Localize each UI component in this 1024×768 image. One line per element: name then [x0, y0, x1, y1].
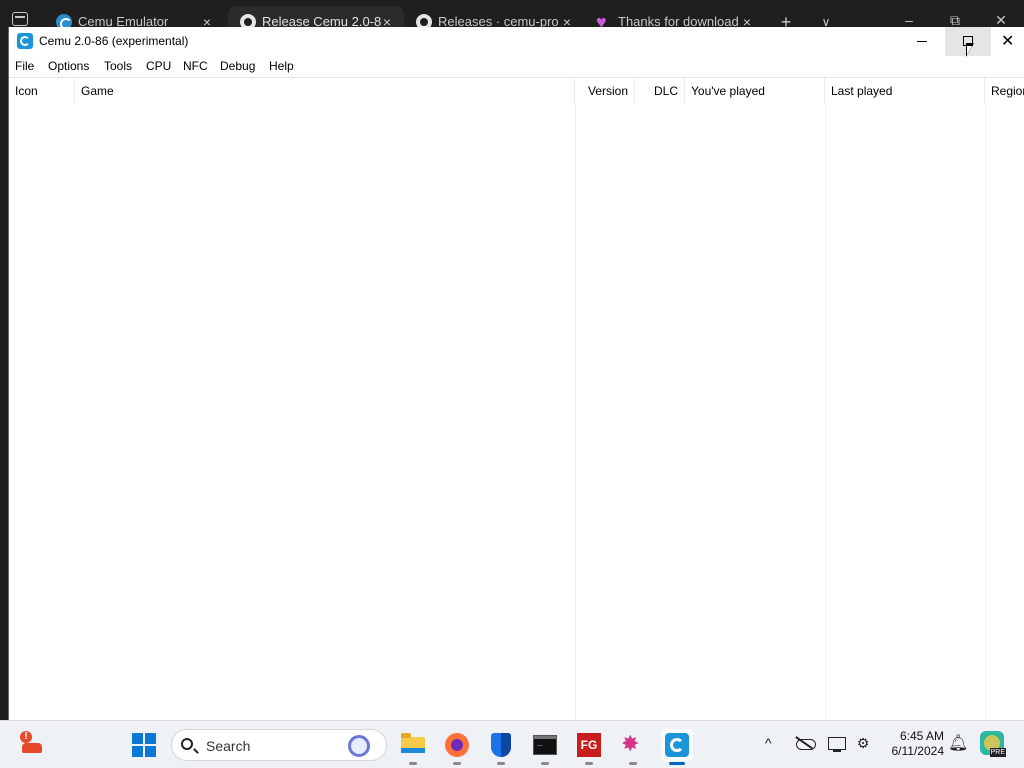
search-icon	[181, 738, 193, 750]
weather-widget[interactable]: !	[16, 729, 48, 761]
taskbar-fg-app[interactable]: FG	[573, 729, 605, 765]
column-header-dlc[interactable]: DLC	[635, 78, 685, 104]
windows-logo-tile	[145, 733, 156, 744]
clock-date: 6/11/2024	[891, 744, 945, 758]
clock-time: 6:45 AM	[899, 729, 944, 743]
column-header-version[interactable]: Version	[575, 78, 635, 104]
minimize-button[interactable]	[899, 27, 945, 56]
copilot-icon[interactable]	[980, 731, 1006, 757]
taskbar-terminal[interactable]	[529, 729, 561, 765]
running-indicator	[497, 762, 505, 765]
windows-logo-tile	[145, 746, 156, 757]
menu-nfc[interactable]: NFC	[183, 59, 208, 73]
traffic-icon	[22, 743, 42, 753]
notification-bell-icon[interactable]: 🔔︎	[948, 733, 968, 753]
defender-icon	[491, 733, 511, 757]
taskbar-mosaic-app[interactable]: ✸	[617, 729, 649, 765]
start-button[interactable]	[128, 729, 160, 761]
game-list[interactable]: Icon Game Version DLC You've played Last…	[9, 77, 1024, 721]
search-highlight-icon	[348, 735, 370, 757]
menu-tools[interactable]: Tools	[104, 59, 132, 73]
taskbar-cemu[interactable]	[661, 729, 693, 765]
close-button[interactable]: ✕	[991, 27, 1024, 56]
running-indicator	[541, 762, 549, 765]
column-divider	[575, 104, 576, 721]
windows-logo-tile	[132, 746, 143, 757]
taskbar: ! Search FG ✸ ^ ⚙	[0, 720, 1024, 768]
close-icon: ✕	[1001, 33, 1015, 50]
tab-actions-icon	[12, 12, 28, 26]
fg-app-icon: FG	[577, 733, 601, 757]
column-divider	[985, 104, 986, 721]
taskbar-defender[interactable]	[485, 729, 517, 765]
onedrive-offline-icon[interactable]	[795, 735, 816, 753]
taskbar-file-explorer[interactable]	[397, 729, 429, 765]
minimize-icon	[917, 41, 927, 42]
menu-options[interactable]: Options	[48, 59, 89, 73]
show-hidden-icons-button[interactable]: ^	[765, 735, 772, 751]
running-indicator	[629, 762, 637, 765]
taskbar-search[interactable]: Search	[171, 729, 387, 761]
cemu-icon	[665, 733, 689, 757]
system-clock[interactable]: 6:45 AM 6/11/2024	[880, 729, 945, 759]
game-list-header: Icon Game Version DLC You've played Last…	[9, 78, 1024, 104]
active-indicator	[669, 762, 685, 765]
column-header-played-time[interactable]: You've played	[685, 78, 825, 104]
windows-logo-icon	[132, 733, 143, 744]
taskbar-firefox[interactable]	[441, 729, 473, 765]
cemu-window: Cemu 2.0-86 (experimental) ✕ File Option…	[8, 27, 1024, 721]
column-header-last-played[interactable]: Last played	[825, 78, 985, 104]
firefox-icon	[445, 733, 469, 757]
running-indicator	[585, 762, 593, 765]
column-header-game[interactable]: Game	[75, 78, 575, 104]
cemu-titlebar[interactable]: Cemu 2.0-86 (experimental) ✕	[9, 27, 1024, 56]
file-explorer-icon	[401, 733, 425, 753]
network-icon[interactable]: ⚙	[853, 735, 873, 753]
terminal-icon	[533, 735, 557, 755]
column-header-icon[interactable]: Icon	[9, 78, 75, 104]
menu-cpu[interactable]: CPU	[146, 59, 171, 73]
menu-bar: File Options Tools CPU NFC Debug Help	[9, 56, 1024, 77]
search-label: Search	[206, 738, 251, 754]
column-divider	[825, 104, 826, 721]
column-header-region[interactable]: Region	[985, 78, 1024, 104]
menu-file[interactable]: File	[15, 59, 34, 73]
window-title: Cemu 2.0-86 (experimental)	[39, 34, 189, 48]
alert-icon: !	[20, 731, 32, 743]
menu-debug[interactable]: Debug	[220, 59, 255, 73]
running-indicator	[453, 762, 461, 765]
cemu-app-icon	[17, 33, 33, 49]
running-indicator	[409, 762, 417, 765]
menu-help[interactable]: Help	[269, 59, 294, 73]
mosaic-app-icon: ✸	[621, 731, 640, 756]
display-icon[interactable]	[827, 735, 847, 753]
